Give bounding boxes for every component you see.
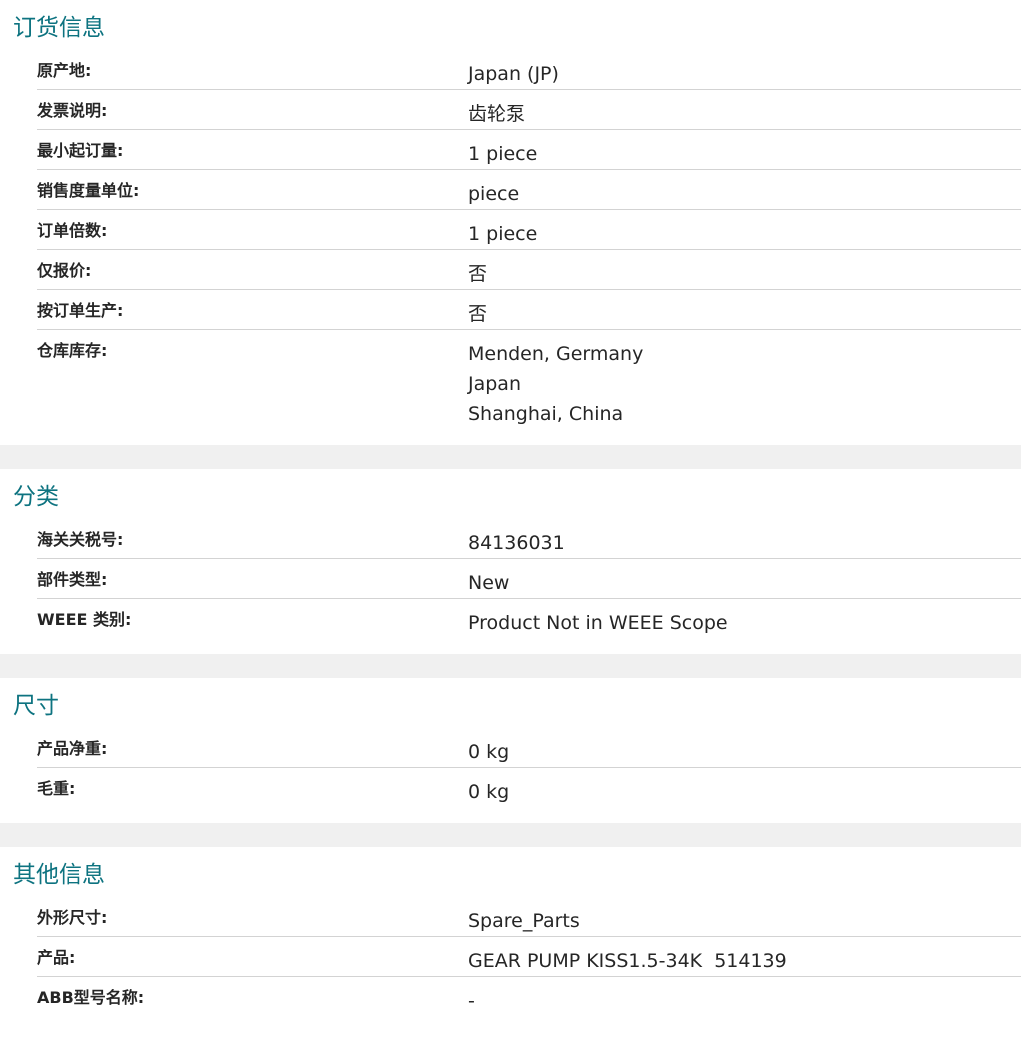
info-row-warehouse-stock: 仓库库存: Menden, Germany Japan Shanghai, Ch… (37, 330, 1021, 429)
info-row-quote-only: 仅报价: 否 (37, 250, 1021, 290)
info-value: piece (468, 183, 520, 205)
section-divider (0, 823, 1021, 847)
section-ordering-info: 订货信息 原产地: Japan (JP) 发票说明: 齿轮泵 最小起订量: 1 … (0, 0, 1021, 445)
info-value: 1 piece (468, 143, 538, 165)
info-row-abb-model-name: ABB型号名称: - (37, 977, 1021, 1016)
info-value: Product Not in WEEE Scope (468, 612, 728, 634)
info-label: 海关关税号: (37, 530, 124, 549)
info-row-customs-tariff: 海关关税号: 84136031 (37, 519, 1021, 559)
info-label: 销售度量单位: (37, 181, 140, 200)
info-row-minimum-order: 最小起订量: 1 piece (37, 130, 1021, 170)
warehouse-location: Japan (468, 373, 521, 395)
info-value-list: Menden, Germany Japan Shanghai, China (468, 330, 1021, 429)
info-label: 原产地: (37, 61, 92, 80)
info-value: Japan (JP) (468, 63, 559, 85)
info-label: 订单倍数: (37, 221, 108, 240)
warehouse-location: Menden, Germany (468, 343, 644, 365)
dimensions-list: 产品净重: 0 kg 毛重: 0 kg (37, 728, 1021, 823)
section-divider (0, 654, 1021, 678)
info-row-made-to-order: 按订单生产: 否 (37, 290, 1021, 330)
info-label: 按订单生产: (37, 301, 124, 320)
info-label: WEEE 类别: (37, 610, 132, 629)
info-row-gross-weight: 毛重: 0 kg (37, 768, 1021, 807)
info-row-product: 产品: GEAR PUMP KISS1.5-34K 514139 (37, 937, 1021, 977)
info-label: 外形尺寸: (37, 908, 108, 927)
warehouse-location: Shanghai, China (468, 403, 624, 425)
section-title-dimensions: 尺寸 (13, 693, 59, 719)
info-row-country-of-origin: 原产地: Japan (JP) (37, 50, 1021, 90)
info-row-part-type: 部件类型: New (37, 559, 1021, 599)
info-label: 发票说明: (37, 101, 108, 120)
info-label: ABB型号名称: (37, 988, 145, 1007)
info-label: 产品净重: (37, 739, 108, 758)
info-row-weee-category: WEEE 类别: Product Not in WEEE Scope (37, 599, 1021, 638)
info-row-form-factor: 外形尺寸: Spare_Parts (37, 897, 1021, 937)
info-label: 毛重: (37, 779, 76, 798)
section-title-classification: 分类 (13, 484, 59, 510)
other-info-list: 外形尺寸: Spare_Parts 产品: GEAR PUMP KISS1.5-… (37, 897, 1021, 1016)
info-value: 否 (468, 263, 488, 285)
info-label: 最小起订量: (37, 141, 124, 160)
info-row-net-weight: 产品净重: 0 kg (37, 728, 1021, 768)
info-label: 产品: (37, 948, 76, 967)
info-value: Spare_Parts (468, 910, 580, 932)
section-title-other-info: 其他信息 (13, 862, 105, 888)
info-value: GEAR PUMP KISS1.5-34K 514139 (468, 950, 787, 972)
info-row-order-multiple: 订单倍数: 1 piece (37, 210, 1021, 250)
info-value: 0 kg (468, 781, 510, 803)
info-value: - (468, 990, 475, 1012)
section-classification: 分类 海关关税号: 84136031 部件类型: New WEEE 类别: Pr… (0, 469, 1021, 654)
info-value: 否 (468, 303, 488, 325)
info-label: 仓库库存: (37, 341, 108, 360)
classification-list: 海关关税号: 84136031 部件类型: New WEEE 类别: Produ… (37, 519, 1021, 654)
info-value: New (468, 572, 510, 594)
info-row-invoice-description: 发票说明: 齿轮泵 (37, 90, 1021, 130)
ordering-info-list: 原产地: Japan (JP) 发票说明: 齿轮泵 最小起订量: 1 piece… (37, 50, 1021, 445)
section-other-info: 其他信息 外形尺寸: Spare_Parts 产品: GEAR PUMP KIS… (0, 847, 1021, 1016)
info-label: 部件类型: (37, 570, 108, 589)
info-value: 84136031 (468, 532, 565, 554)
section-divider (0, 445, 1021, 469)
info-value: 0 kg (468, 741, 510, 763)
section-dimensions: 尺寸 产品净重: 0 kg 毛重: 0 kg (0, 678, 1021, 823)
info-row-sales-unit: 销售度量单位: piece (37, 170, 1021, 210)
info-value: 1 piece (468, 223, 538, 245)
info-value: 齿轮泵 (468, 103, 526, 125)
section-title-ordering-info: 订货信息 (13, 15, 105, 41)
info-label: 仅报价: (37, 261, 92, 280)
